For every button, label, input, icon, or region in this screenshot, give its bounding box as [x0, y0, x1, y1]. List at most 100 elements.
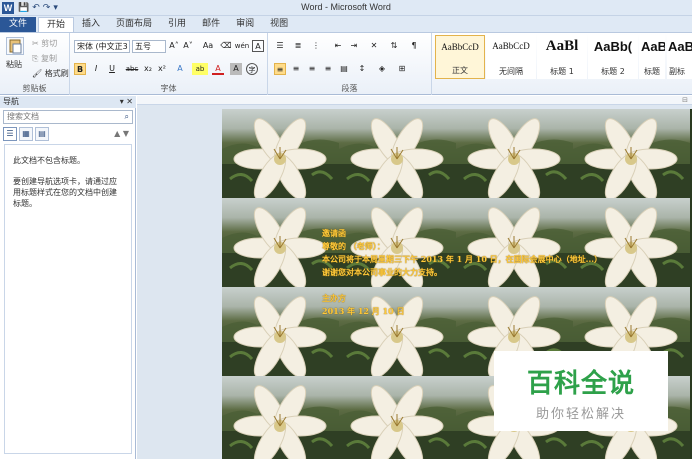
tab-mailings[interactable]: 邮件 [194, 17, 228, 32]
clipboard-group-label: 剪贴板 [22, 84, 47, 93]
site-watermark: 百科全说 助你轻松解决 [494, 351, 668, 431]
clipboard-group: 粘贴 ✂ 剪切 ⎘ 复制 🖌 格式刷 剪贴板 [0, 33, 70, 95]
grow-font-button[interactable]: A˄ [168, 40, 180, 52]
style-sample: AaBb( [641, 39, 665, 54]
text-effects-button[interactable]: A [174, 63, 186, 75]
align-right-icon[interactable]: ≡ [306, 63, 318, 75]
doc-line-7: 2013 年 12 月 10 日 [322, 306, 405, 316]
clear-format-button[interactable]: ⌫ [220, 40, 232, 52]
paste-button[interactable]: 粘贴 [6, 59, 22, 70]
change-case-button[interactable]: Aa [200, 40, 216, 52]
decrease-indent-icon[interactable]: ⇤ [332, 40, 344, 52]
italic-button[interactable]: I [90, 63, 102, 75]
distributed-icon[interactable]: ▤ [338, 63, 350, 75]
tab-review[interactable]: 审阅 [228, 17, 262, 32]
copy-button[interactable]: ⎘ 复制 [32, 53, 57, 64]
lily-background-tile [573, 109, 690, 198]
lily-background-tile [222, 109, 339, 198]
bullets-icon[interactable]: ☰ [274, 40, 286, 52]
tab-file[interactable]: 文件 [0, 17, 36, 32]
style-sample: AaBbCcD [441, 42, 479, 52]
nav-pane-header: 导航 ▾ ✕ [0, 96, 136, 108]
ribbon: 粘贴 ✂ 剪切 ⎘ 复制 🖌 格式刷 剪贴板 宋体 (中文正3 - 五号 A˄ … [0, 32, 692, 95]
char-border-button[interactable]: A [252, 40, 264, 52]
cut-button[interactable]: ✂ 剪切 [32, 38, 57, 49]
nav-view-tabs: ☰ ▦ ▤ [3, 127, 49, 141]
style-name: 正文 [452, 66, 468, 75]
highlight-button[interactable]: ab [192, 63, 208, 75]
font-size-combo[interactable]: 五号 [132, 40, 166, 53]
align-center-icon[interactable]: ≡ [290, 63, 302, 75]
watermark-subtitle: 助你轻松解决 [535, 407, 626, 422]
format-painter-button[interactable]: 🖌 格式刷 [32, 68, 69, 79]
style-normal[interactable]: AaBbCcD 正文 [435, 35, 485, 79]
tab-home[interactable]: 开始 [38, 17, 75, 32]
nav-search-input[interactable]: 搜索文档 ⌕ [3, 110, 133, 124]
nav-prev-next-icon[interactable]: ▲ ▼ [114, 127, 129, 141]
tab-insert[interactable]: 插入 [74, 17, 108, 32]
align-left-icon[interactable]: ≡ [274, 63, 286, 75]
doc-line-5 [322, 279, 692, 292]
font-color-button[interactable]: A [212, 63, 224, 75]
underline-button[interactable]: U [106, 63, 118, 75]
title-bar: W 💾 ↶ ↷ ▾ Word - Microsoft Word [0, 0, 692, 16]
nav-pane-body: 此文档不包含标题。 要创建导航选项卡，请通过应用标题样式在您的文档中创建标题。 [4, 144, 132, 454]
paragraph-group-label: 段落 [341, 84, 358, 93]
show-marks-icon[interactable]: ¶ [408, 40, 420, 52]
subscript-button[interactable]: x₂ [142, 63, 154, 75]
style-sample: AaBl [545, 38, 579, 54]
paragraph-group: ☰ ≣ ⋮ ⇤ ⇥ ✕ ⇅ ¶ ≡ ≡ ≡ ≡ ▤ ↕ ◈ ⊞ 段落 [268, 33, 432, 95]
font-name-combo[interactable]: 宋体 (中文正3 - [74, 40, 130, 53]
char-shading-button[interactable]: A [230, 63, 242, 75]
ruler-toggle-icon[interactable]: ⊟ [682, 96, 688, 104]
style-name: 无间隔 [499, 67, 523, 76]
style-title[interactable]: AaBb( 标题 [639, 35, 665, 79]
tab-nav-results[interactable]: ▤ [35, 127, 49, 141]
search-icon[interactable]: ⌕ [125, 111, 129, 123]
style-no-spacing[interactable]: AaBbCcD 无间隔 [486, 35, 536, 79]
shrink-font-button[interactable]: A˅ [182, 40, 194, 52]
strikethrough-button[interactable]: abc [124, 63, 140, 75]
invitation-text[interactable]: 邀请函 尊敬的 （老师）： 本公司将于本周星期三下午 2013 年 1 月 10… [322, 227, 692, 318]
paste-icon[interactable] [6, 37, 24, 55]
lily-background-tile [339, 376, 456, 459]
doc-line-3: 本公司将于本周星期三下午 2013 年 1 月 10 日，在国际会展中心（地址.… [322, 254, 603, 264]
tab-page-layout[interactable]: 页面布局 [108, 17, 160, 32]
phonetic-guide-button[interactable]: wén [234, 40, 250, 52]
doc-line-2: 尊敬的 （老师）： [322, 241, 385, 251]
nav-pane-close-icon[interactable]: ▾ ✕ [120, 96, 133, 108]
sort-icon[interactable]: ⇅ [388, 40, 400, 52]
style-name: 标题 1 [550, 67, 574, 76]
tab-nav-pages[interactable]: ▦ [19, 127, 33, 141]
nav-help-text: 要创建导航选项卡，请通过应用标题样式在您的文档中创建标题。 [13, 177, 117, 208]
line-spacing-icon[interactable]: ↕ [356, 63, 368, 75]
style-subtitle[interactable]: AaBl 副标 [667, 35, 692, 79]
tab-view[interactable]: 视图 [262, 17, 296, 32]
lily-background-tile [339, 109, 456, 198]
borders-icon[interactable]: ⊞ [396, 63, 408, 75]
increase-indent-icon[interactable]: ⇥ [348, 40, 360, 52]
shading-icon[interactable]: ◈ [376, 63, 388, 75]
font-group: 宋体 (中文正3 - 五号 A˄ A˅ Aa ⌫ wén A B I U abc… [70, 33, 268, 95]
lily-background-tile [222, 376, 339, 459]
style-sample: AaBl [668, 39, 692, 54]
numbering-icon[interactable]: ≣ [292, 40, 304, 52]
tab-references[interactable]: 引用 [160, 17, 194, 32]
superscript-button[interactable]: x² [156, 63, 168, 75]
style-name: 副标 [669, 67, 685, 76]
watermark-title: 百科全说 [526, 369, 635, 399]
style-heading-1[interactable]: AaBl 标题 1 [537, 35, 587, 79]
nav-pane-title: 导航 [3, 97, 19, 106]
multilevel-list-icon[interactable]: ⋮ [310, 40, 322, 52]
style-name: 标题 2 [601, 67, 625, 76]
justify-icon[interactable]: ≡ [322, 63, 334, 75]
nav-search-placeholder: 搜索文档 [7, 112, 39, 121]
style-sample: AaBbCcD [492, 41, 530, 51]
bold-button[interactable]: B [74, 63, 86, 75]
navigation-pane: 导航 ▾ ✕ 搜索文档 ⌕ ☰ ▦ ▤ ▲ ▼ 此文档不包含标题。 要创建导航选… [0, 96, 136, 459]
window-title: Word - Microsoft Word [301, 2, 391, 12]
enclose-char-button[interactable]: 字 [246, 63, 258, 75]
style-heading-2[interactable]: AaBb( 标题 2 [588, 35, 638, 79]
chinese-layout-icon[interactable]: ✕ [368, 40, 380, 52]
tab-nav-headings[interactable]: ☰ [3, 127, 17, 141]
